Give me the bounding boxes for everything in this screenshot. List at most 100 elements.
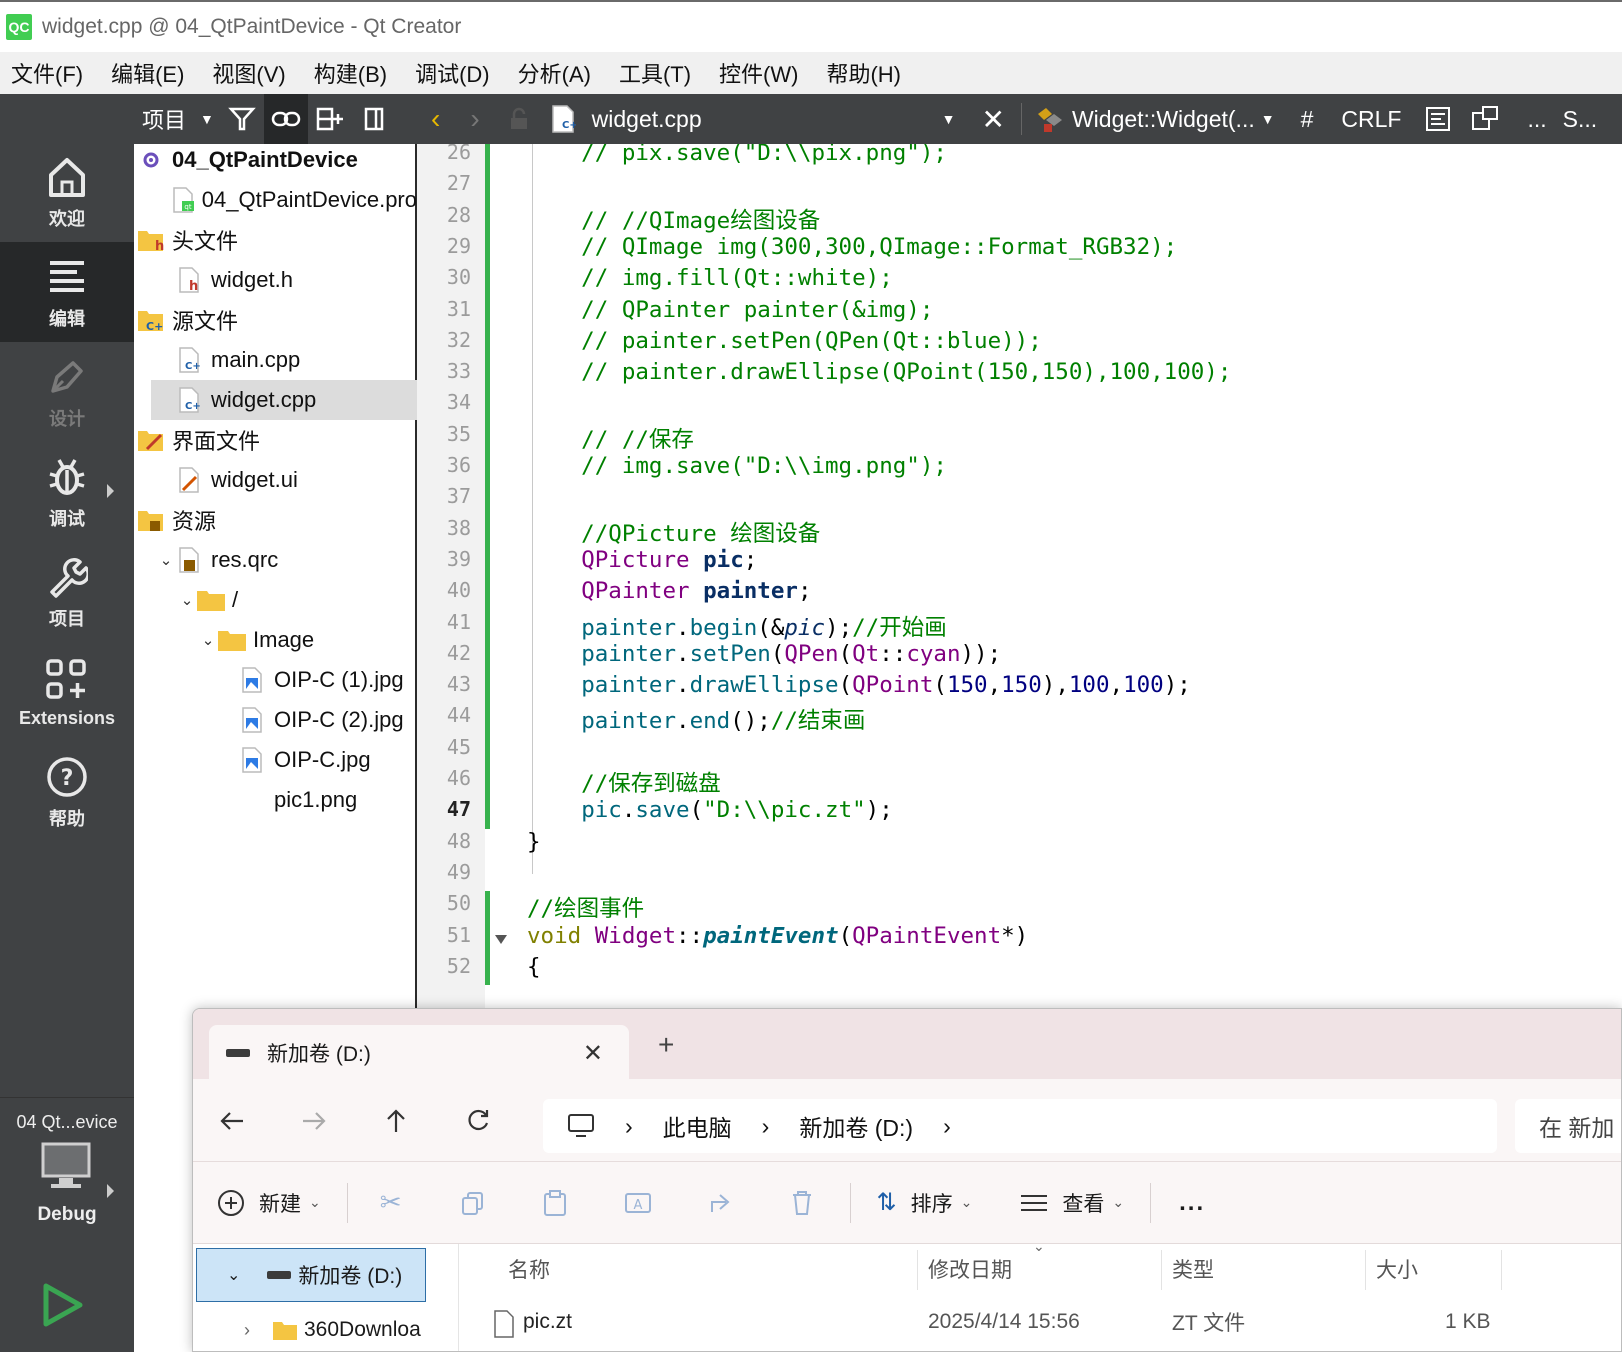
tree-item[interactable]: qt 04_QtPaintDevice.pro (134, 180, 417, 220)
more-options-button[interactable]: ... (1179, 1189, 1205, 1217)
column-header-type[interactable]: 类型 (1172, 1244, 1214, 1294)
menu-debug[interactable]: 调试(D) (404, 57, 507, 89)
split-editor-icon[interactable] (1471, 105, 1501, 133)
code-line[interactable]: // painter.setPen(QPen(Qt::blue)); (527, 328, 1042, 354)
menu-tools[interactable]: 工具(T) (608, 57, 708, 89)
mode-design[interactable]: 设计 (0, 342, 134, 442)
close-document-icon[interactable]: ✕ (981, 103, 1004, 136)
document-dropdown-icon[interactable]: ▼ (942, 111, 956, 127)
code-line[interactable]: //保存到磁盘 (527, 766, 721, 798)
column-divider[interactable] (1365, 1250, 1366, 1290)
delete-icon[interactable] (790, 1189, 814, 1217)
column-divider[interactable] (917, 1250, 918, 1290)
symbol-selector[interactable]: Widget::Widget(... (1072, 106, 1255, 133)
mode-debug[interactable]: 调试 (0, 442, 134, 542)
code-line[interactable]: // img.fill(Qt::white); (527, 265, 893, 291)
column-header-size[interactable]: 大小 (1376, 1244, 1418, 1294)
tree-item[interactable]: OIP-C (2).jpg (134, 700, 417, 740)
address-bar[interactable]: › 此电脑 › 新加卷 (D:) › (543, 1099, 1497, 1153)
tree-item[interactable]: ⌄ / (134, 580, 417, 620)
code-line[interactable]: // QPainter painter(&img); (527, 297, 933, 323)
tree-item[interactable]: h 头文件 (134, 220, 417, 260)
split-button[interactable] (308, 94, 352, 144)
column-header-modified[interactable]: 修改日期 (928, 1244, 1012, 1294)
project-selector[interactable]: 04 Qt...evice (0, 1097, 134, 1133)
back-icon[interactable]: ‹ (431, 103, 440, 135)
share-icon[interactable] (708, 1190, 736, 1216)
expand-chevron-icon[interactable]: ⌄ (157, 551, 175, 569)
close-sidebar-button[interactable] (352, 94, 396, 144)
code-line[interactable]: //绘图事件 (527, 891, 644, 923)
chevron-right-icon[interactable]: › (943, 1113, 951, 1140)
menu-view[interactable]: 视图(V) (201, 57, 302, 89)
mode-welcome[interactable]: 欢迎 (0, 142, 134, 242)
code-line[interactable]: void Widget::paintEvent(QPaintEvent*) (527, 923, 1028, 949)
file-name-cell[interactable]: pic.zt (523, 1304, 572, 1340)
back-button[interactable] (215, 1104, 249, 1138)
breadcrumb-item[interactable]: 此电脑 (663, 1109, 732, 1143)
mode-edit[interactable]: 编辑 (0, 242, 134, 342)
tree-item[interactable]: h widget.h (134, 260, 417, 300)
tree-item[interactable]: C+ main.cpp (134, 340, 417, 380)
refresh-button[interactable] (461, 1104, 495, 1138)
rename-icon[interactable]: A (624, 1189, 652, 1217)
menu-edit[interactable]: 编辑(E) (100, 57, 201, 89)
hash-button[interactable]: # (1301, 106, 1314, 133)
code-line[interactable]: painter.end();//结束画 (527, 703, 865, 735)
column-divider[interactable] (1501, 1250, 1502, 1290)
breadcrumb-item[interactable]: 新加卷 (D:) (799, 1109, 913, 1143)
explorer-tab[interactable]: 新加卷 (D:) ✕ (209, 1025, 629, 1081)
expand-chevron-icon[interactable]: ⌄ (178, 591, 196, 609)
tree-item[interactable]: OIP-C.jpg (134, 740, 417, 780)
view-selector[interactable]: 项目 (142, 103, 186, 135)
tree-item[interactable]: 04_QtPaintDevice (134, 140, 417, 180)
code-line[interactable]: //QPicture 绘图设备 (527, 516, 820, 548)
nav-pane-folder[interactable]: › 360Downloa (196, 1306, 426, 1351)
menu-file[interactable]: 文件(F) (0, 57, 100, 89)
chevron-right-icon[interactable]: › (762, 1113, 770, 1140)
menu-analyze[interactable]: 分析(A) (507, 57, 608, 89)
tree-item[interactable]: ⌄ Image (134, 620, 417, 660)
code-line[interactable]: painter.drawEllipse(QPoint(150,150),100,… (527, 672, 1191, 698)
code-line[interactable]: QPainter painter; (527, 578, 811, 604)
truncated-item[interactable]: S... (1563, 106, 1598, 133)
code-line[interactable]: QPicture pic; (527, 547, 757, 573)
up-button[interactable] (379, 1104, 413, 1138)
column-header-name[interactable]: 名称 (508, 1244, 550, 1294)
open-document-name[interactable]: widget.cpp (592, 106, 702, 133)
code-line[interactable]: painter.setPen(QPen(Qt::cyan)); (527, 641, 1001, 667)
view-button[interactable]: 查看 ⌄ (1020, 1162, 1124, 1244)
chevron-down-icon[interactable]: ▼ (200, 111, 214, 127)
code-line[interactable]: } (527, 829, 541, 855)
tree-item[interactable]: widget.ui (134, 460, 417, 500)
menu-help[interactable]: 帮助(H) (815, 57, 918, 89)
outline-icon[interactable] (1425, 106, 1451, 132)
chevron-right-icon[interactable]: › (244, 1320, 250, 1341)
code-line[interactable]: // pix.save("D:\\pix.png"); (527, 144, 947, 166)
new-tab-icon[interactable]: + (658, 1029, 674, 1061)
code-line[interactable]: // QImage img(300,300,QImage::Format_RGB… (527, 234, 1177, 260)
filter-button[interactable] (220, 94, 264, 144)
tree-item[interactable]: 界面文件 (134, 420, 417, 460)
menu-controls[interactable]: 控件(W) (708, 57, 815, 89)
copy-icon[interactable] (460, 1190, 486, 1216)
chevron-down-icon[interactable]: ⌄ (227, 1265, 240, 1285)
code-line[interactable]: { (527, 954, 541, 980)
run-button[interactable] (38, 1280, 88, 1330)
close-tab-icon[interactable]: ✕ (583, 1039, 603, 1068)
mode-help[interactable]: ? 帮助 (0, 742, 134, 842)
code-line[interactable]: // //保存 (527, 422, 694, 454)
code-line[interactable]: // painter.drawEllipse(QPoint(150,150),1… (527, 359, 1231, 385)
search-box[interactable]: 在 新加 (1515, 1099, 1621, 1153)
code-line[interactable]: // img.save("D:\\img.png"); (527, 453, 947, 479)
expand-chevron-icon[interactable]: ⌄ (199, 631, 217, 649)
code-line[interactable]: // //QImage绘图设备 (527, 203, 820, 235)
tree-item[interactable]: pic1.png (134, 780, 417, 820)
sync-link-button[interactable] (263, 94, 308, 144)
build-target-selector[interactable]: Debug (0, 1140, 134, 1250)
chevron-right-icon[interactable]: › (625, 1113, 633, 1140)
code-line[interactable]: painter.begin(&pic);//开始画 (527, 610, 947, 642)
forward-icon[interactable]: › (470, 103, 479, 135)
sort-button[interactable]: ⇅ 排序 ⌄ (877, 1162, 973, 1244)
tree-item[interactable]: C+ 源文件 (134, 300, 417, 340)
